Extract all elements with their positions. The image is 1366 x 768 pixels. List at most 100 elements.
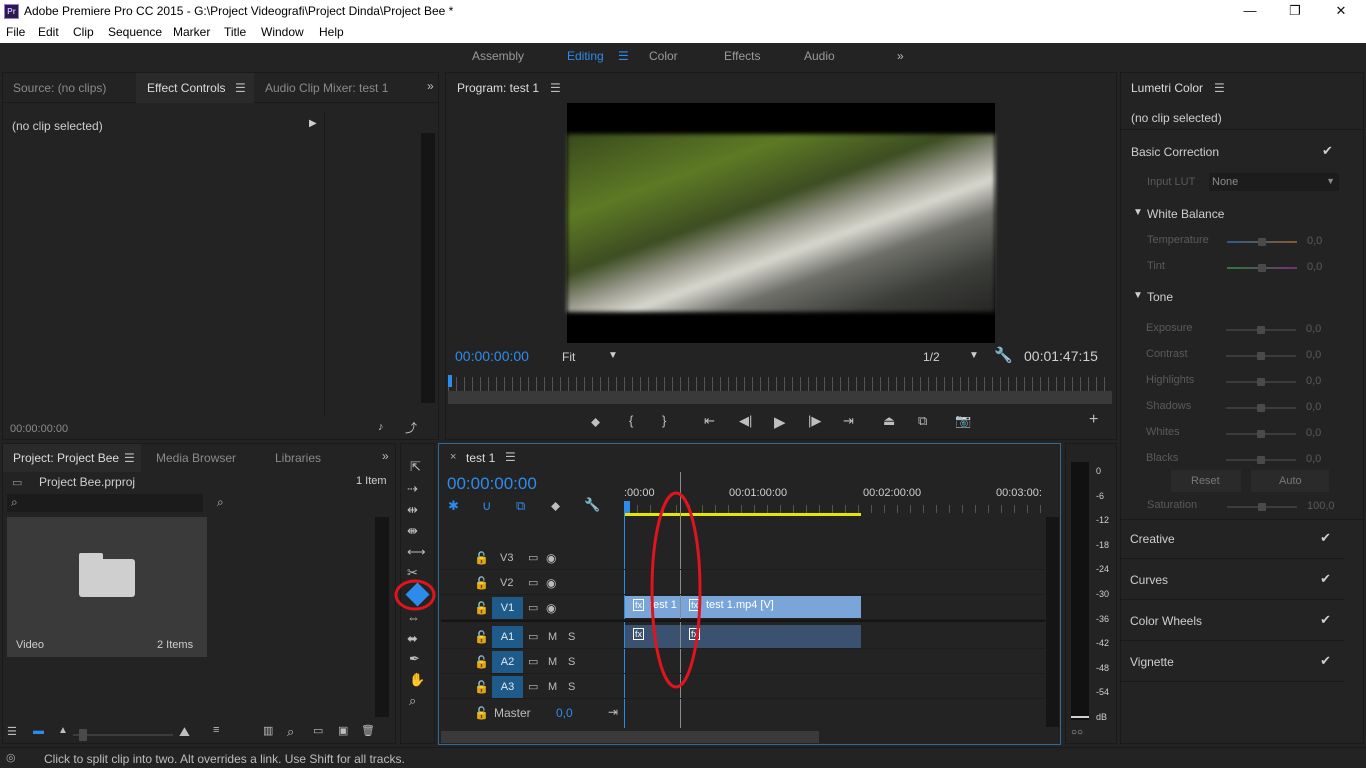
maximize-button[interactable]: ❐ bbox=[1285, 2, 1305, 20]
chevron-down-icon[interactable]: ▼ bbox=[608, 350, 618, 361]
tone-value[interactable]: 0,0 bbox=[1306, 349, 1321, 361]
chevron-down-icon[interactable]: ▼ bbox=[1133, 290, 1143, 301]
lock-icon[interactable]: 🔓 bbox=[474, 706, 489, 720]
saturation-knob[interactable] bbox=[1258, 503, 1266, 511]
trash-icon[interactable]: 🗑 bbox=[361, 724, 375, 737]
program-timecode[interactable]: 00:00:00:00 bbox=[455, 348, 529, 364]
program-menu-icon[interactable]: ☰ bbox=[550, 81, 561, 95]
creative-checkbox[interactable]: ✔ bbox=[1320, 530, 1331, 546]
temperature-knob[interactable] bbox=[1258, 238, 1266, 246]
find-icon[interactable]: ⌕ bbox=[217, 495, 224, 510]
thumbnail-zoom-knob[interactable] bbox=[79, 729, 87, 741]
workspace-audio[interactable]: Audio bbox=[804, 49, 835, 63]
workspace-editing[interactable]: Editing bbox=[567, 49, 604, 63]
tone-knob[interactable] bbox=[1257, 456, 1265, 464]
section-curves[interactable]: Curves ✔ bbox=[1120, 560, 1345, 600]
program-playhead[interactable] bbox=[448, 375, 452, 387]
tone-value[interactable]: 0,0 bbox=[1306, 323, 1321, 335]
timeline-v-scrollbar[interactable] bbox=[1046, 517, 1059, 727]
tone-header[interactable]: Tone bbox=[1147, 290, 1173, 304]
solo-buttons-icon[interactable]: ○○ bbox=[1071, 727, 1083, 738]
menu-marker[interactable]: Marker bbox=[173, 25, 210, 39]
menu-help[interactable]: Help bbox=[319, 25, 344, 39]
tone-value[interactable]: 0,0 bbox=[1306, 375, 1321, 387]
project-menu-icon[interactable]: ☰ bbox=[124, 451, 135, 465]
program-zoom-bar[interactable] bbox=[448, 391, 1112, 404]
add-button-icon[interactable]: + bbox=[1089, 411, 1098, 429]
timeline-h-scrollbar-track[interactable] bbox=[819, 731, 1046, 743]
workspace-assembly[interactable]: Assembly bbox=[472, 49, 524, 63]
master-volume[interactable]: 0,0 bbox=[556, 706, 573, 720]
section-color-wheels[interactable]: Color Wheels ✔ bbox=[1120, 601, 1345, 641]
bin-thumbnail[interactable]: Video 2 Items bbox=[7, 517, 207, 657]
master-go-icon[interactable]: ⇥ bbox=[608, 705, 618, 719]
new-bin-icon[interactable]: ▭ bbox=[313, 724, 323, 737]
tone-knob[interactable] bbox=[1257, 404, 1265, 412]
reset-button[interactable]: Reset bbox=[1171, 470, 1241, 492]
play-icon[interactable]: ▶ bbox=[774, 413, 786, 431]
tab-audio-clip-mixer[interactable]: Audio Clip Mixer: test 1 bbox=[265, 81, 388, 95]
close-button[interactable]: ✕ bbox=[1331, 2, 1351, 20]
workspace-menu-icon[interactable]: ☰ bbox=[618, 49, 629, 63]
project-overflow-icon[interactable]: » bbox=[382, 449, 389, 463]
lumetri-menu-icon[interactable]: ☰ bbox=[1214, 81, 1225, 95]
curves-checkbox[interactable]: ✔ bbox=[1320, 571, 1331, 587]
project-scrollbar[interactable] bbox=[375, 517, 389, 717]
step-back-icon[interactable]: ◀| bbox=[739, 413, 752, 429]
new-item-icon[interactable]: ▣ bbox=[338, 724, 348, 737]
saturation-value[interactable]: 100,0 bbox=[1307, 500, 1335, 512]
sort-icon[interactable]: ≡ bbox=[213, 724, 219, 736]
tab-source[interactable]: Source: (no clips) bbox=[13, 81, 106, 95]
tone-value[interactable]: 0,0 bbox=[1306, 401, 1321, 413]
panel-overflow-icon[interactable]: » bbox=[427, 79, 434, 93]
go-to-in-icon[interactable]: ⇤ bbox=[704, 413, 715, 429]
tab-libraries[interactable]: Libraries bbox=[275, 451, 321, 465]
tab-effect-controls[interactable]: Effect Controls bbox=[147, 81, 225, 95]
tab-media-browser[interactable]: Media Browser bbox=[156, 451, 236, 465]
tone-knob[interactable] bbox=[1257, 430, 1265, 438]
color-wheels-checkbox[interactable]: ✔ bbox=[1320, 612, 1331, 628]
basic-correction-checkbox[interactable]: ✔ bbox=[1322, 143, 1333, 159]
video-frame[interactable] bbox=[567, 103, 995, 343]
menu-edit[interactable]: Edit bbox=[38, 25, 59, 39]
search-input[interactable]: ⌕ bbox=[7, 494, 203, 512]
section-vignette[interactable]: Vignette ✔ bbox=[1120, 642, 1345, 682]
zoom-in-icon[interactable]: ⛰ bbox=[179, 724, 190, 740]
workspace-overflow-icon[interactable]: » bbox=[897, 49, 904, 63]
panel-menu-icon[interactable]: ☰ bbox=[235, 81, 246, 95]
export-audio-icon[interactable]: ♪ bbox=[378, 421, 384, 433]
mark-out-icon[interactable]: } bbox=[662, 413, 666, 428]
input-lut-select[interactable]: None ▼ bbox=[1209, 173, 1339, 191]
workspace-effects[interactable]: Effects bbox=[724, 49, 760, 63]
menu-title[interactable]: Title bbox=[224, 25, 246, 39]
zoom-out-icon[interactable]: ▲ bbox=[58, 725, 68, 736]
close-tab-icon[interactable]: × bbox=[450, 451, 456, 463]
tone-knob[interactable] bbox=[1257, 326, 1265, 334]
menu-sequence[interactable]: Sequence bbox=[108, 25, 162, 39]
workspace-color[interactable]: Color bbox=[649, 49, 678, 63]
auto-button[interactable]: Auto bbox=[1251, 470, 1329, 492]
automate-icon[interactable]: ▥ bbox=[263, 724, 273, 737]
track-master[interactable] bbox=[440, 699, 1045, 724]
chevron-down-icon[interactable]: ▼ bbox=[1133, 207, 1143, 218]
effect-timecode[interactable]: 00:00:00:00 bbox=[10, 423, 68, 435]
wrench-icon[interactable]: 🔧 bbox=[994, 346, 1013, 364]
extract-icon[interactable]: ⧉ bbox=[918, 413, 927, 429]
menu-window[interactable]: Window bbox=[261, 25, 304, 39]
selection-tool-icon[interactable]: ⇱ bbox=[410, 459, 421, 475]
white-balance-header[interactable]: White Balance bbox=[1147, 207, 1224, 221]
timeline-menu-icon[interactable]: ☰ bbox=[505, 450, 516, 464]
mark-in-icon[interactable]: { bbox=[629, 413, 633, 428]
basic-correction-header[interactable]: Basic Correction bbox=[1131, 145, 1219, 159]
tone-knob[interactable] bbox=[1257, 352, 1265, 360]
tint-knob[interactable] bbox=[1258, 264, 1266, 272]
tint-value[interactable]: 0,0 bbox=[1307, 261, 1322, 273]
timeline-tab[interactable]: test 1 bbox=[466, 451, 495, 465]
chevron-down-icon[interactable]: ▼ bbox=[969, 350, 979, 361]
export-frame-icon[interactable]: ⤴ bbox=[405, 419, 417, 436]
scrollbar[interactable] bbox=[421, 133, 435, 403]
tab-project[interactable]: Project: Project Bee bbox=[13, 451, 119, 465]
go-to-out-icon[interactable]: ⇥ bbox=[843, 413, 854, 429]
minimize-button[interactable]: — bbox=[1240, 2, 1260, 20]
tone-value[interactable]: 0,0 bbox=[1306, 453, 1321, 465]
